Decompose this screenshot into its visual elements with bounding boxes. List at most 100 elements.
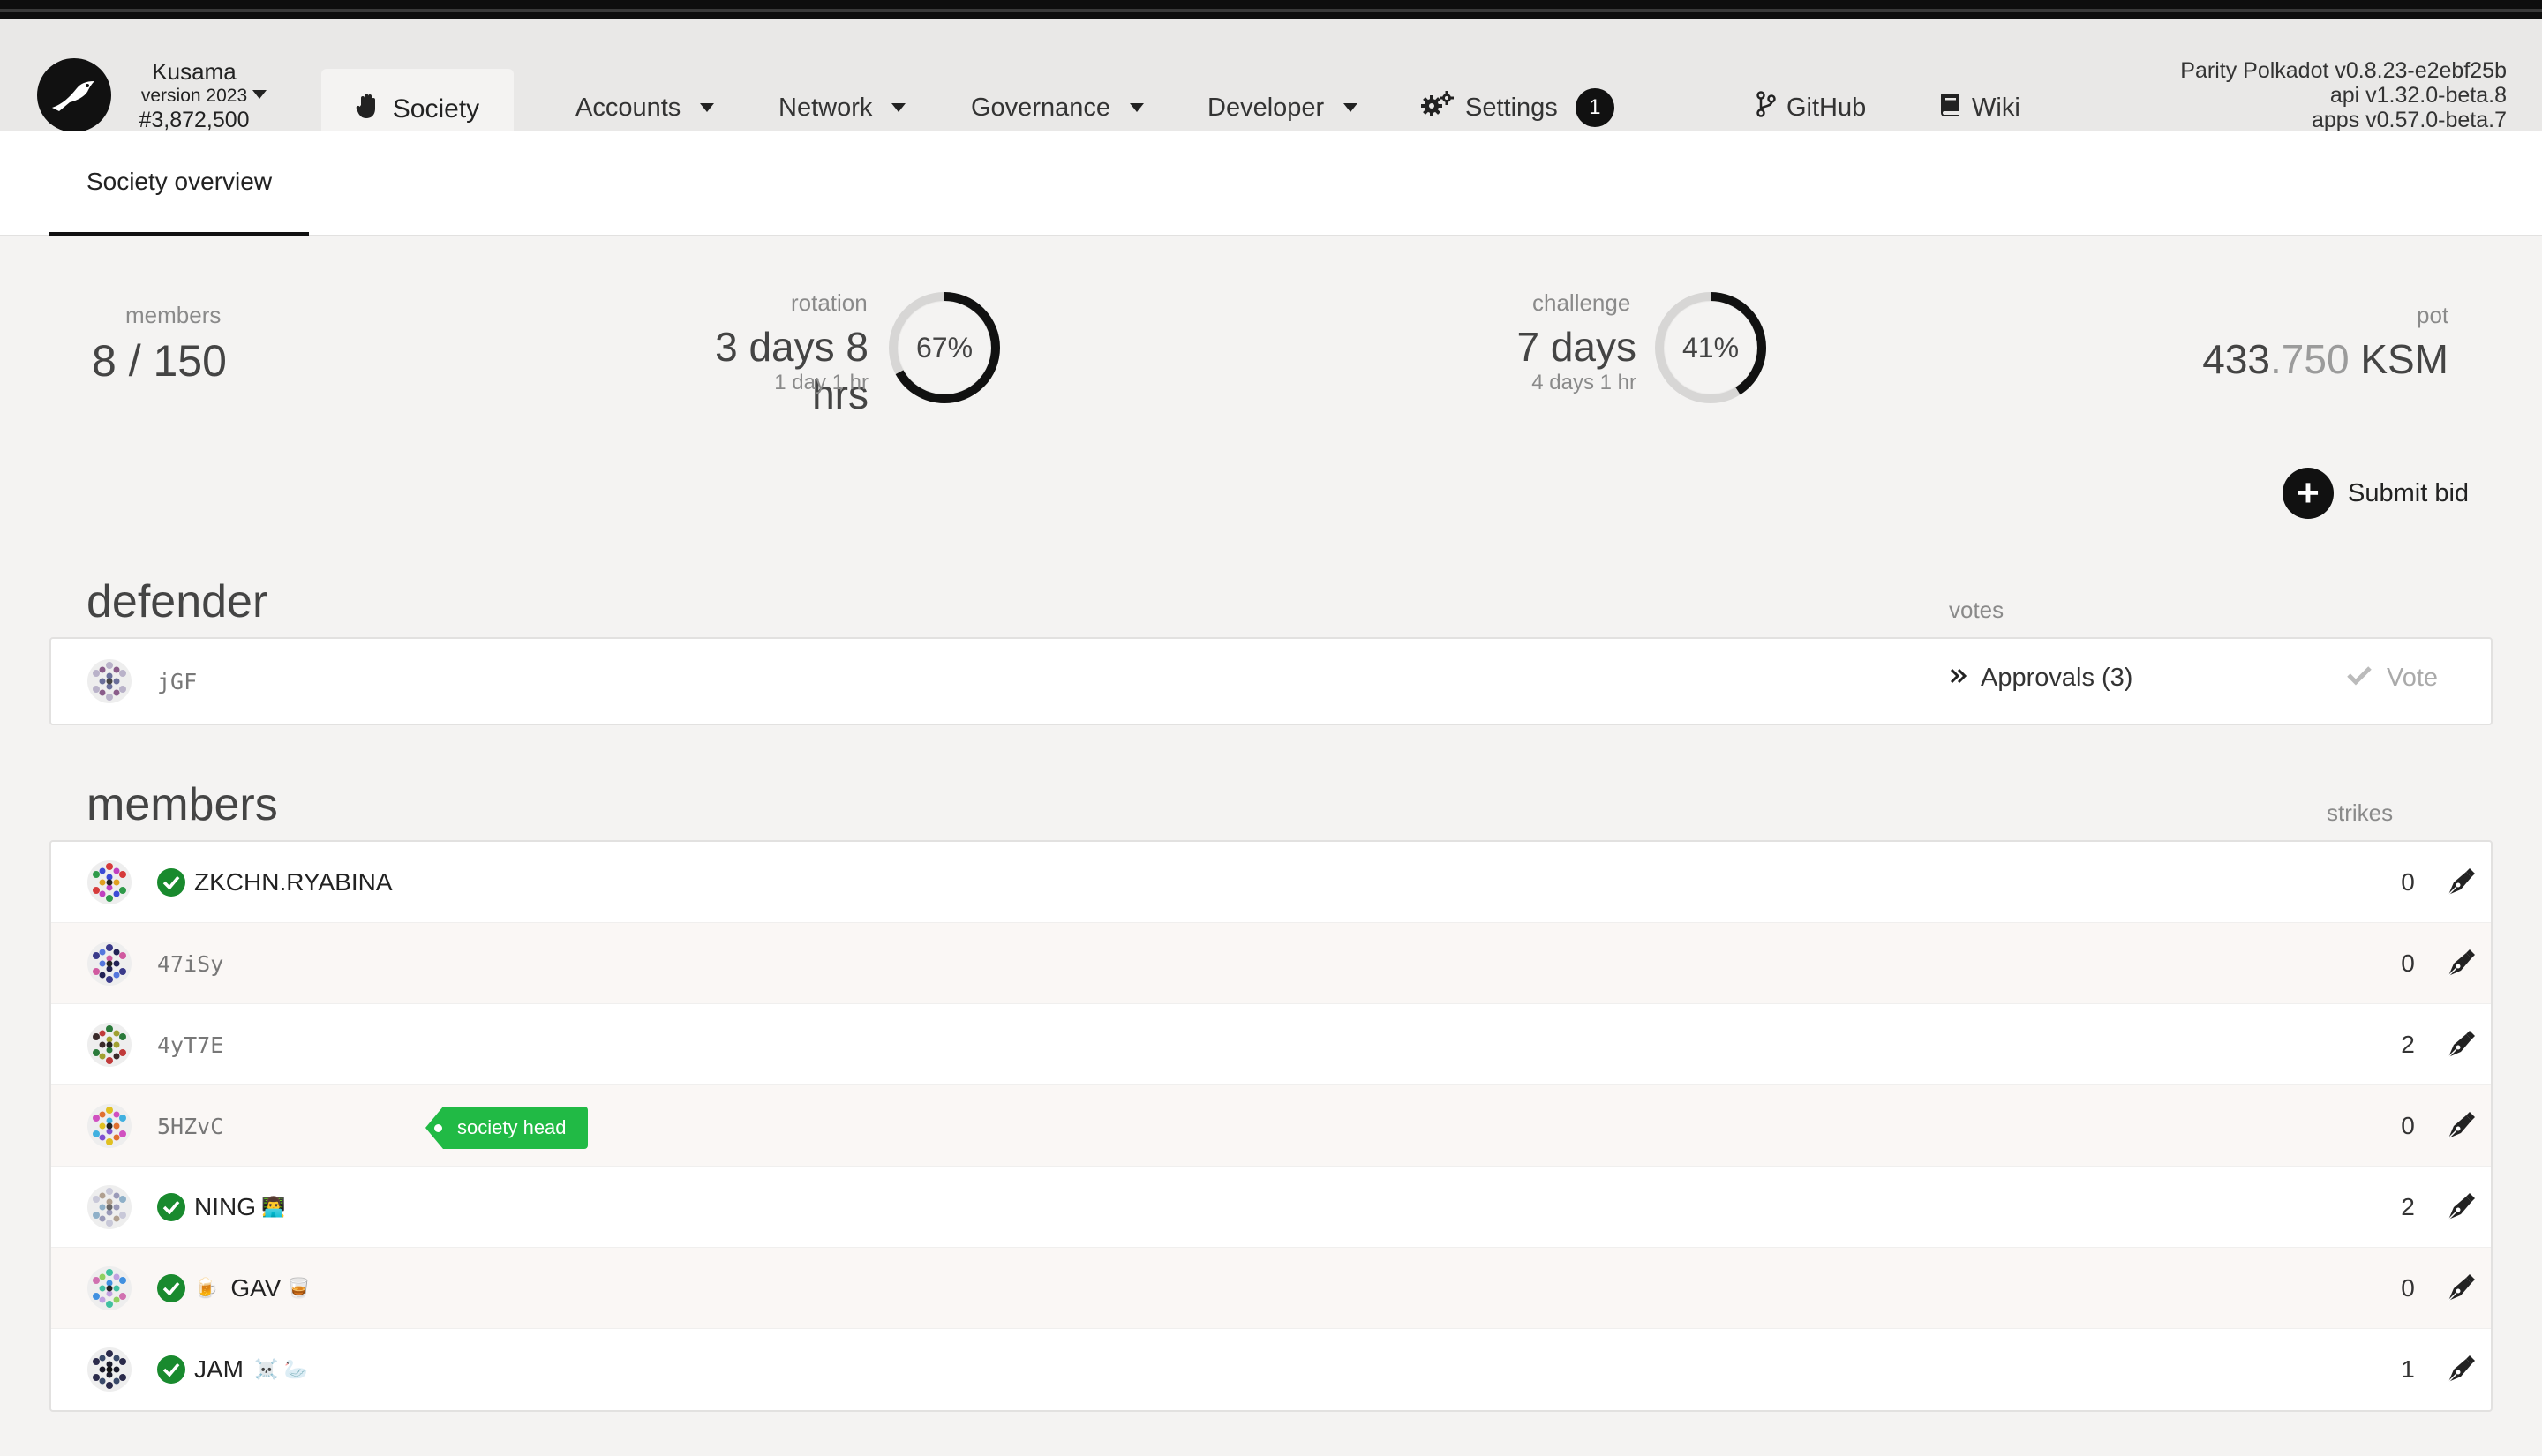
nav-network[interactable]: Network: [778, 90, 906, 125]
build-info: Parity Polkadot v0.8.23-e2ebf25b api v1.…: [2180, 58, 2507, 132]
member-name: JAM: [194, 1355, 244, 1383]
member-name: ZKCHN.RYABINA: [194, 868, 393, 896]
nav-network-label: Network: [778, 93, 873, 122]
submit-bid-button[interactable]: + Submit bid: [2283, 468, 2469, 519]
identicon-avatar[interactable]: [86, 1103, 132, 1149]
nav-github-label: GitHub: [1786, 93, 1867, 122]
nav-accounts[interactable]: Accounts: [575, 90, 715, 125]
tab-society-label: Society: [392, 94, 480, 124]
checkmark-icon: [2346, 664, 2373, 693]
strikes-column-header: strikes: [2327, 799, 2394, 826]
member-identity: JAM ☠️ 🦢: [157, 1329, 308, 1410]
member-address: 47iSy: [157, 950, 224, 977]
member-row: JAM ☠️ 🦢 1: [51, 1329, 2491, 1410]
vote-button[interactable]: Vote: [2346, 664, 2438, 693]
member-name-emoji-prefix: 🍺: [194, 1277, 219, 1299]
member-strikes: 0: [2401, 1112, 2415, 1139]
member-strikes: 0: [2401, 868, 2415, 896]
pen-nib-icon[interactable]: [2443, 865, 2478, 900]
member-identity: 4yT7E: [157, 1004, 223, 1085]
member-address: 4yT7E: [157, 1032, 224, 1058]
nav-governance-label: Governance: [971, 93, 1110, 122]
member-identity: ZKCHN.RYABINA: [157, 842, 393, 923]
members-panel: ZKCHN.RYABINA 0 47iSy 0 4yT7E 2 5HZvC so…: [49, 840, 2493, 1412]
pen-nib-icon[interactable]: [2443, 1027, 2478, 1062]
nav-github[interactable]: GitHub: [1756, 90, 1866, 125]
nav-settings-label: Settings: [1465, 93, 1558, 122]
members-summary-value: 8 / 150: [92, 336, 227, 386]
nav-developer-label: Developer: [1207, 93, 1325, 122]
member-name-emoji: 🥃: [286, 1277, 311, 1299]
hand-icon: [356, 93, 380, 126]
member-row: 47iSy 0: [51, 923, 2491, 1004]
identicon-avatar[interactable]: [86, 1347, 132, 1392]
top-menubar: Kusama version 2023 #3,872,500 Society A…: [0, 19, 2542, 150]
member-identity: NING 👨‍💻: [157, 1167, 285, 1248]
chain-name: Kusama: [152, 58, 237, 85]
pen-nib-icon[interactable]: [2443, 1108, 2478, 1144]
challenge-label: challenge: [1532, 289, 1631, 316]
nav-settings[interactable]: Settings 1: [1421, 88, 1614, 127]
sub-navigation: Society overview: [0, 131, 2542, 236]
member-row: 🍺 GAV 🥃 0: [51, 1248, 2491, 1329]
pot-unit: KSM: [2360, 336, 2448, 382]
nav-governance[interactable]: Governance: [971, 90, 1144, 125]
plus-icon: +: [2283, 468, 2334, 519]
rotation-percent: 67%: [915, 331, 974, 364]
pen-nib-icon[interactable]: [2443, 1190, 2478, 1225]
defender-panel: jGF Approvals (3) Vote: [49, 637, 2493, 725]
challenge-percent: 41%: [1681, 331, 1740, 364]
member-strikes: 0: [2401, 1274, 2415, 1302]
member-identity: 47iSy: [157, 923, 223, 1004]
society-head-label: society head: [457, 1116, 567, 1138]
nav-developer[interactable]: Developer: [1207, 90, 1358, 125]
pen-nib-icon[interactable]: [2443, 1352, 2478, 1387]
member-strikes: 2: [2401, 1031, 2415, 1058]
verified-check-icon: [157, 1193, 185, 1221]
pot-fraction: .750: [2270, 336, 2350, 382]
chevron-down-icon: [700, 103, 715, 112]
chevron-down-icon[interactable]: [252, 90, 267, 99]
build-node-version: Parity Polkadot v0.8.23-e2ebf25b: [2180, 58, 2507, 83]
challenge-value: 7 days: [1516, 324, 1636, 370]
member-row: 5HZvC society head 0: [51, 1085, 2491, 1167]
nav-accounts-label: Accounts: [575, 93, 681, 122]
member-row: ZKCHN.RYABINA 0: [51, 842, 2491, 923]
build-apps-version: apps v0.57.0-beta.7: [2312, 108, 2507, 132]
member-identity: 5HZvC: [157, 1085, 223, 1167]
pot-value: 433.750 KSM: [2180, 335, 2448, 383]
pot-label: pot: [2417, 302, 2449, 328]
chain-selector[interactable]: Kusama version 2023 #3,872,500: [120, 58, 268, 132]
identicon-avatar[interactable]: [86, 1265, 132, 1311]
gears-icon: [1421, 91, 1455, 124]
approvals-expander[interactable]: Approvals (3): [1949, 664, 2132, 693]
tab-society-overview[interactable]: Society overview: [49, 131, 309, 236]
society-head-tag: society head: [425, 1107, 588, 1149]
member-strikes: 0: [2401, 949, 2415, 977]
best-block-number: #3,872,500: [139, 108, 250, 132]
submit-bid-label: Submit bid: [2348, 478, 2470, 507]
identicon-avatar[interactable]: [86, 859, 132, 905]
chevron-down-icon: [1130, 103, 1144, 112]
rotation-label: rotation: [791, 289, 868, 316]
code-branch-icon: [1756, 91, 1776, 124]
nav-wiki[interactable]: Wiki: [1940, 90, 2020, 125]
identicon-avatar[interactable]: [86, 658, 132, 704]
pen-nib-icon[interactable]: [2443, 946, 2478, 981]
identicon-avatar[interactable]: [86, 1184, 132, 1230]
identicon-avatar[interactable]: [86, 1022, 132, 1068]
vote-label: Vote: [2387, 664, 2439, 692]
member-name-emoji: ☠️ 🦢: [254, 1358, 308, 1380]
verified-check-icon: [157, 1355, 185, 1384]
votes-column-header: votes: [1949, 597, 2004, 623]
member-strikes: 2: [2401, 1193, 2415, 1220]
identicon-avatar[interactable]: [86, 941, 132, 987]
member-name: GAV: [230, 1274, 282, 1302]
chevron-down-icon: [1343, 103, 1358, 112]
member-address: 5HZvC: [157, 1113, 224, 1139]
member-row: NING 👨‍💻 2: [51, 1167, 2491, 1248]
pen-nib-icon[interactable]: [2443, 1271, 2478, 1306]
verified-check-icon: [157, 868, 185, 897]
member-name-emoji: 👨‍💻: [261, 1196, 286, 1218]
chain-logo-icon[interactable]: [37, 58, 111, 132]
